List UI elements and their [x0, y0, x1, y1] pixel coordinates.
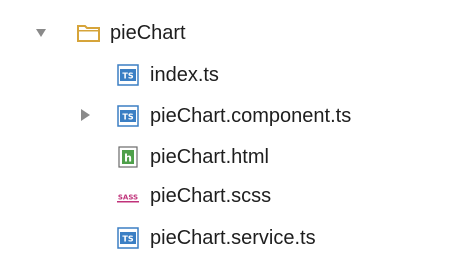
- file-label: pieChart.component.ts: [150, 105, 352, 127]
- typescript-file-icon: TS: [117, 227, 139, 249]
- sass-file-icon: SASS: [117, 191, 139, 203]
- tree-item-file[interactable]: SASS pieChart.scss: [0, 181, 472, 211]
- tree-item-folder-piechart[interactable]: pieChart: [0, 18, 472, 48]
- typescript-file-icon: TS: [117, 64, 139, 86]
- file-label: pieChart.scss: [150, 185, 272, 207]
- file-label: pieChart.service.ts: [150, 227, 316, 249]
- tree-item-file[interactable]: TS pieChart.component.ts: [0, 101, 472, 131]
- html-file-icon: h: [118, 146, 138, 168]
- tree-item-file[interactable]: TS index.ts: [0, 60, 472, 90]
- svg-text:TS: TS: [122, 235, 133, 244]
- file-label: index.ts: [150, 64, 219, 86]
- tree-item-file[interactable]: h pieChart.html: [0, 142, 472, 172]
- expand-arrow-down-icon[interactable]: [36, 29, 46, 37]
- expand-arrow-right-icon[interactable]: [81, 109, 90, 121]
- typescript-file-icon: TS: [117, 105, 139, 127]
- svg-text:TS: TS: [122, 113, 133, 122]
- folder-label: pieChart: [110, 22, 186, 44]
- svg-text:h: h: [124, 152, 132, 165]
- svg-text:TS: TS: [122, 72, 133, 81]
- svg-text:SASS: SASS: [118, 194, 138, 202]
- tree-item-file[interactable]: TS pieChart.service.ts: [0, 223, 472, 253]
- file-label: pieChart.html: [150, 146, 269, 168]
- folder-icon: [77, 25, 100, 42]
- project-tree: pieChart TS index.ts TS pieChart.compone…: [0, 0, 472, 255]
